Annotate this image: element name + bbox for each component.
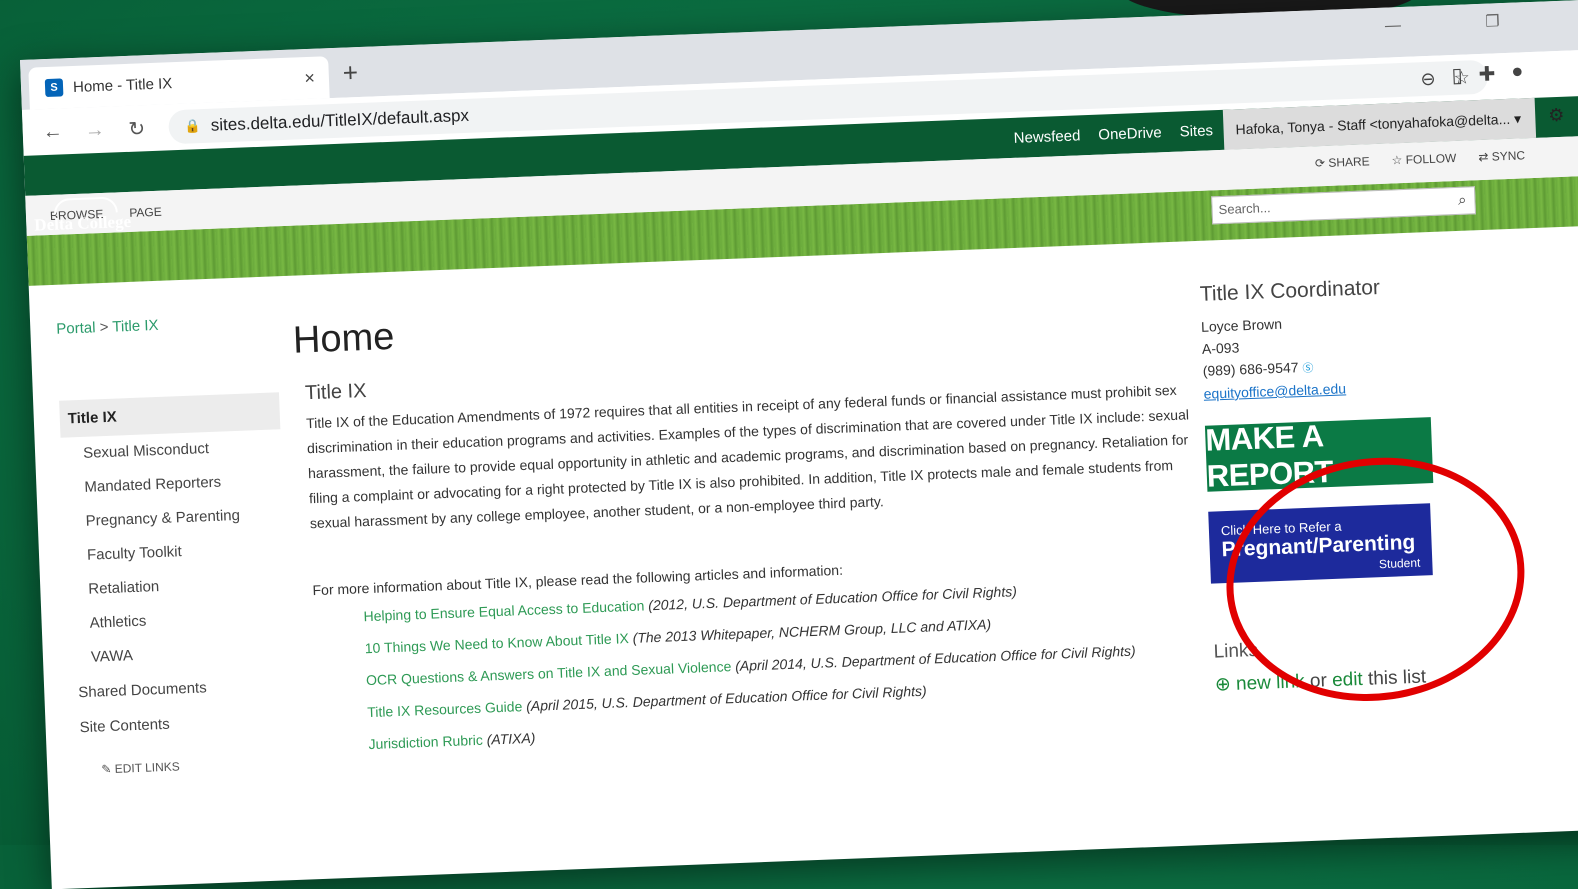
suite-link-newsfeed[interactable]: Newsfeed: [1013, 127, 1080, 147]
window-controls[interactable]: — ❐: [1385, 10, 1540, 36]
ribbon-tab-page[interactable]: PAGE: [129, 205, 162, 220]
breadcrumb: Portal > Title IX: [56, 316, 159, 338]
profile-icon[interactable]: ●: [1511, 60, 1524, 85]
sync-icon: ⇄: [1478, 149, 1492, 165]
reload-icon[interactable]: ↻: [124, 116, 149, 142]
back-icon[interactable]: ←: [40, 120, 65, 144]
suite-link-sites[interactable]: Sites: [1179, 122, 1213, 140]
extensions-icon[interactable]: ✚: [1478, 61, 1496, 87]
breadcrumb-current[interactable]: Title IX: [112, 317, 159, 336]
share-icon: ⟳: [1314, 155, 1329, 171]
suite-link-onedrive[interactable]: OneDrive: [1098, 124, 1162, 143]
forward-icon[interactable]: →: [82, 118, 107, 142]
add-circle-icon[interactable]: ⊕: [1214, 674, 1231, 696]
pencil-icon: ✎: [101, 761, 115, 777]
browser-window: S Home - Title IX × + — ❐ ← → ↻ 🔒 sites.…: [20, 0, 1578, 889]
main-content: Home Title IX Title IX of the Education …: [292, 285, 1209, 768]
resource-link[interactable]: OCR Questions & Answers on Title IX and …: [366, 658, 732, 688]
coordinator-heading: Title IX Coordinator: [1199, 275, 1381, 306]
coordinator-phone: (989) 686-9547 Ⓢ: [1202, 359, 1314, 379]
follow-button[interactable]: ☆ FOLLOW: [1391, 151, 1456, 167]
search-icon[interactable]: ⌕: [1458, 188, 1467, 214]
breadcrumb-portal[interactable]: Portal: [56, 319, 96, 337]
reading-list-icon[interactable]: ▯: [1451, 63, 1463, 88]
page-title: Home: [292, 315, 396, 362]
star-icon: ☆: [1391, 152, 1406, 168]
title-ix-paragraph: Title IX of the Education Amendments of …: [305, 381, 1190, 532]
suite-links: Newsfeed OneDrive Sites: [1013, 122, 1213, 147]
sync-button[interactable]: ⇄ SYNC: [1478, 148, 1525, 164]
new-tab-button[interactable]: +: [342, 57, 358, 89]
site-logo[interactable]: Delta College: [33, 196, 131, 236]
share-button[interactable]: ⟳ SHARE: [1315, 154, 1370, 170]
left-navigation: Title IX Sexual Misconduct Mandated Repo…: [59, 392, 293, 777]
skype-icon[interactable]: Ⓢ: [1302, 363, 1313, 375]
gear-icon[interactable]: ⚙: [1548, 105, 1565, 127]
resource-link[interactable]: Helping to Ensure Equal Access to Educat…: [363, 597, 644, 624]
resource-link[interactable]: Jurisdiction Rubric: [368, 732, 483, 752]
close-icon[interactable]: ×: [304, 67, 315, 88]
url-text: sites.delta.edu/TitleIX/default.aspx: [210, 105, 470, 135]
tab-title: Home - Title IX: [72, 74, 173, 96]
resource-link[interactable]: 10 Things We Need to Know About Title IX: [365, 630, 630, 656]
sharepoint-icon: S: [44, 78, 64, 98]
resource-link[interactable]: Title IX Resources Guide: [367, 698, 523, 720]
zoom-icon[interactable]: ⊖: [1420, 68, 1436, 90]
lock-icon: 🔒: [184, 118, 202, 134]
coordinator-email-link[interactable]: equityoffice@delta.edu: [1203, 380, 1346, 401]
